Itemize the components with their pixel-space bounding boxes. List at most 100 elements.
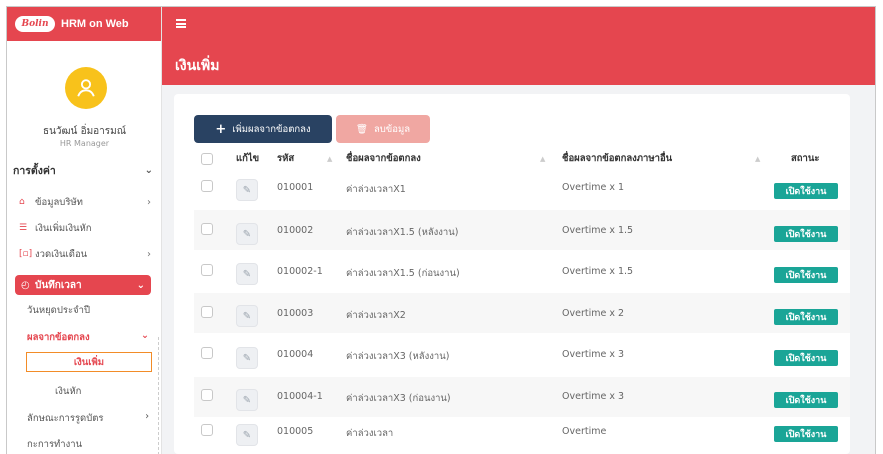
pencil-icon: ✎ bbox=[242, 352, 252, 364]
sidebar-sub-label: ผลจากข้อตกลง bbox=[27, 332, 90, 343]
chevron-down-icon: ⌄ bbox=[141, 330, 149, 341]
row-checkbox[interactable] bbox=[201, 264, 213, 276]
chevron-right-icon: › bbox=[147, 196, 151, 208]
cell-name-alt: Overtime x 1 bbox=[562, 182, 625, 193]
trash-icon: 🗑 bbox=[355, 123, 368, 135]
sidebar-item-label: เงินเพิ่มเงินหัก bbox=[35, 222, 92, 234]
page-header: เงินเพิ่ม bbox=[162, 41, 875, 85]
cell-code: 010001 bbox=[277, 182, 314, 193]
pencil-icon: ✎ bbox=[242, 394, 252, 406]
pencil-icon: ✎ bbox=[242, 228, 252, 240]
edit-button[interactable]: ✎ bbox=[236, 179, 258, 201]
cell-code: 010002 bbox=[277, 225, 314, 236]
menu-title-label: การตั้งค่า bbox=[13, 165, 56, 177]
sidebar-item-label: ข้อมูลบริษัท bbox=[35, 196, 83, 208]
sidebar-item-company[interactable]: ⌂ ข้อมูลบริษัท › bbox=[19, 193, 151, 211]
sidebar-sub-shift[interactable]: กะการทำงาน bbox=[27, 437, 82, 452]
column-header-name[interactable]: ชื่อผลจากข้อตกลง bbox=[346, 151, 421, 166]
status-badge[interactable]: เปิดใช้งาน bbox=[774, 350, 838, 366]
sidebar-sub-extra-income[interactable]: เงินเพิ่ม bbox=[26, 352, 152, 372]
sort-icon[interactable]: ▲ bbox=[327, 155, 332, 163]
sidebar-sub-card-type[interactable]: ลักษณะการรูดบัตร › bbox=[27, 411, 149, 426]
column-header-name-alt[interactable]: ชื่อผลจากข้อตกลงภาษาอื่น bbox=[562, 151, 672, 166]
plus-icon: + bbox=[215, 121, 227, 137]
chevron-right-icon: › bbox=[145, 411, 149, 422]
cell-name-alt: Overtime x 1.5 bbox=[562, 225, 634, 236]
edit-button[interactable]: ✎ bbox=[236, 389, 258, 411]
menu-section-settings[interactable]: การตั้งค่า ⌄ bbox=[13, 162, 153, 179]
select-all-checkbox[interactable] bbox=[201, 153, 213, 165]
cell-code: 010002-1 bbox=[277, 266, 323, 277]
add-agreement-button[interactable]: + เพิ่มผลจากข้อตกลง bbox=[194, 115, 332, 143]
column-header-status[interactable]: สถานะ bbox=[791, 151, 819, 166]
chevron-right-icon: › bbox=[147, 248, 151, 260]
sidebar-item-income-deduct[interactable]: ☰ เงินเพิ่มเงินหัก bbox=[19, 219, 151, 237]
row-checkbox[interactable] bbox=[201, 389, 213, 401]
cell-code: 010004-1 bbox=[277, 391, 323, 402]
sidebar-item-label: บันทึกเวลา bbox=[35, 279, 82, 291]
pencil-icon: ✎ bbox=[242, 184, 252, 196]
top-bar bbox=[162, 7, 875, 41]
delete-button[interactable]: 🗑 ลบข้อมูล bbox=[336, 115, 430, 143]
chevron-down-icon: ⌄ bbox=[144, 165, 153, 176]
avatar[interactable] bbox=[65, 67, 107, 109]
edit-button[interactable]: ✎ bbox=[236, 424, 258, 446]
cell-name: ค่าล่วงเวลาX2 bbox=[346, 310, 406, 321]
sidebar-sub-label: ลักษณะการรูดบัตร bbox=[27, 413, 104, 424]
row-checkbox[interactable] bbox=[201, 180, 213, 192]
status-badge[interactable]: เปิดใช้งาน bbox=[774, 426, 838, 442]
add-button-label: เพิ่มผลจากข้อตกลง bbox=[232, 123, 311, 135]
sidebar-sub-deduct[interactable]: เงินหัก bbox=[55, 384, 81, 399]
cell-code: 010005 bbox=[277, 426, 314, 437]
pencil-icon: ✎ bbox=[242, 268, 252, 280]
pencil-icon: ✎ bbox=[242, 310, 252, 322]
row-checkbox[interactable] bbox=[201, 424, 213, 436]
edit-button[interactable]: ✎ bbox=[236, 347, 258, 369]
list-icon: ☰ bbox=[19, 223, 28, 233]
home-icon: ⌂ bbox=[19, 197, 25, 207]
row-checkbox[interactable] bbox=[201, 347, 213, 359]
edit-button[interactable]: ✎ bbox=[236, 263, 258, 285]
sidebar-item-payroll-period[interactable]: [▫] งวดเงินเดือน › bbox=[19, 245, 151, 263]
menu-toggle-icon[interactable] bbox=[176, 19, 186, 28]
edit-button[interactable]: ✎ bbox=[236, 223, 258, 245]
sort-icon[interactable]: ▲ bbox=[540, 155, 545, 163]
delete-button-label: ลบข้อมูล bbox=[373, 123, 411, 135]
cell-name: ค่าล่วงเวลาX1.5 (หลังงาน) bbox=[346, 227, 459, 238]
user-role: HR Manager bbox=[59, 139, 110, 148]
chevron-down-icon: ⌄ bbox=[136, 279, 145, 291]
divider bbox=[158, 337, 159, 454]
status-badge[interactable]: เปิดใช้งาน bbox=[774, 309, 838, 325]
sort-icon[interactable]: ▲ bbox=[755, 155, 760, 163]
brand-bar[interactable]: Bolin HRM on Web bbox=[7, 7, 161, 41]
user-profile: ธนวัฒน์ อิ่มอารมณ์ HR Manager bbox=[7, 41, 162, 148]
page-title: เงินเพิ่ม bbox=[175, 58, 220, 74]
status-badge[interactable]: เปิดใช้งาน bbox=[774, 267, 838, 283]
row-checkbox[interactable] bbox=[201, 223, 213, 235]
cell-name-alt: Overtime bbox=[562, 426, 607, 437]
sidebar: Bolin HRM on Web ธนวัฒน์ อิ่มอารมณ์ HR M… bbox=[7, 7, 162, 454]
status-badge[interactable]: เปิดใช้งาน bbox=[774, 392, 838, 408]
cell-name: ค่าล่วงเวลาX1.5 (ก่อนงาน) bbox=[346, 268, 460, 279]
cell-name: ค่าล่วงเวลาX3 (หลังงาน) bbox=[346, 351, 450, 362]
cell-name-alt: Overtime x 3 bbox=[562, 391, 625, 402]
sidebar-item-time-record[interactable]: ◴ บันทึกเวลา ⌄ bbox=[15, 275, 151, 295]
cell-code: 010004 bbox=[277, 349, 314, 360]
brand-logo: Bolin bbox=[15, 16, 55, 32]
pencil-icon: ✎ bbox=[242, 429, 252, 441]
clock-icon: ◴ bbox=[21, 279, 30, 291]
column-header-edit: แก้ไข bbox=[236, 153, 260, 164]
cell-name: ค่าล่วงเวลาX1 bbox=[346, 184, 406, 195]
column-header-code[interactable]: รหัส bbox=[277, 151, 294, 166]
user-icon bbox=[77, 79, 95, 97]
cell-name-alt: Overtime x 3 bbox=[562, 349, 625, 360]
row-checkbox[interactable] bbox=[201, 306, 213, 318]
edit-button[interactable]: ✎ bbox=[236, 305, 258, 327]
cell-code: 010003 bbox=[277, 308, 314, 319]
cell-name: ค่าล่วงเวลา bbox=[346, 428, 394, 439]
sidebar-sub-holiday[interactable]: วันหยุดประจำปี bbox=[27, 303, 90, 318]
cell-name-alt: Overtime x 2 bbox=[562, 308, 625, 319]
status-badge[interactable]: เปิดใช้งาน bbox=[774, 183, 838, 199]
sidebar-sub-ot-result[interactable]: ผลจากข้อตกลง ⌄ bbox=[27, 330, 149, 345]
status-badge[interactable]: เปิดใช้งาน bbox=[774, 226, 838, 242]
